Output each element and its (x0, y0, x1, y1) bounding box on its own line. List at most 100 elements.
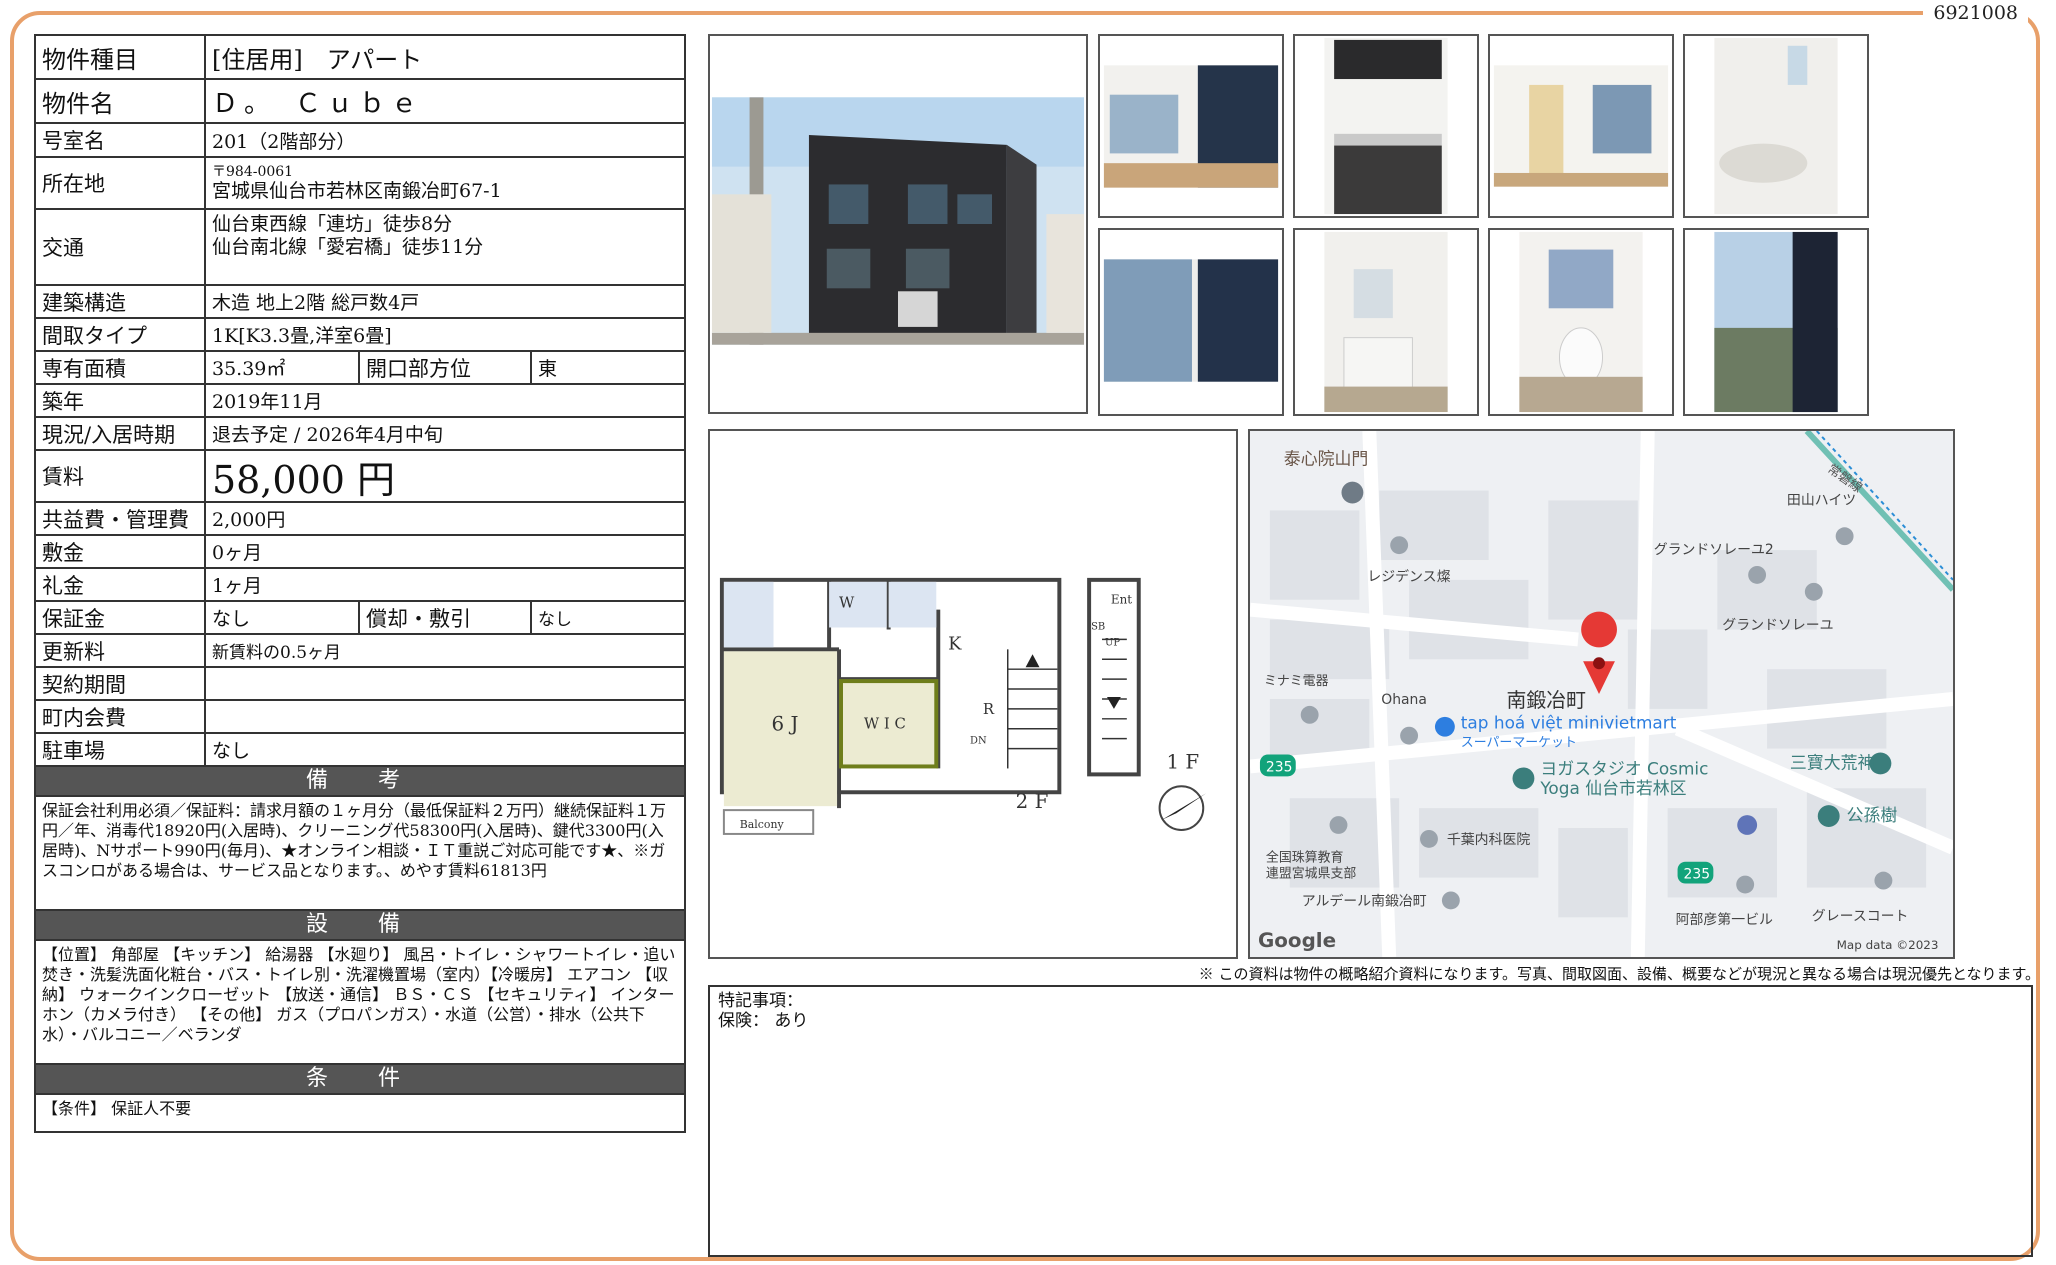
access-line: 仙台南北線「愛宕橋」徒歩11分 (212, 236, 484, 258)
exterior-photo (708, 34, 1088, 414)
label: 交通 (36, 210, 206, 284)
value: なし (212, 740, 251, 762)
label: 償却・敷引 (360, 602, 532, 633)
up-label: UP (1105, 637, 1120, 648)
row-guarantee: 保証金 なし 償却・敷引 なし (36, 602, 684, 635)
shoebox-label: SB (1091, 621, 1105, 632)
remarks-text: 保証会社利用必須／保証料：請求月額の１ヶ月分（最低保証料２万円）継続保証料１万円… (36, 797, 684, 911)
value: なし (206, 602, 360, 633)
balcony-view-photo (1683, 228, 1869, 416)
rent-value: 58,000 円 (212, 457, 396, 502)
bathroom-photo (1683, 34, 1869, 218)
route-235-label: 235 (1266, 759, 1293, 775)
label: 現況/入居時期 (36, 418, 206, 449)
row-neighborhood-fee: 町内会費 (36, 701, 684, 734)
yoga-label-2: Yoga 仙台市若林区 (1539, 778, 1686, 798)
postal-code: 〒984-0061 (212, 163, 294, 180)
value (206, 668, 684, 699)
row-property-type: 物件種目 [住居用] アパート (36, 36, 684, 80)
room-label: 6 J (772, 713, 799, 736)
label: 物件種目 (36, 36, 206, 78)
label: 間取タイプ (36, 319, 206, 350)
row-built-year: 築年 2019年11月 (36, 385, 684, 418)
row-access: 交通 仙台東西線「連坊」徒歩8分 仙台南北線「愛宕橋」徒歩11分 (36, 210, 684, 286)
label: 号室名 (36, 124, 206, 156)
kitchen-label: K (948, 633, 962, 654)
value: 0ヶ月 (212, 542, 263, 564)
kitchen-photo (1293, 34, 1479, 218)
access-line: 仙台東西線「連坊」徒歩8分 (212, 213, 453, 235)
label: 物件名 (36, 80, 206, 122)
value: 201（2階部分） (212, 130, 356, 153)
label: 町内会費 (36, 701, 206, 732)
area-name-label: 南鍛冶町 (1507, 689, 1587, 712)
value: 新賃料の0.5ヶ月 (212, 643, 342, 663)
conditions-text: 【条件】 保証人不要 (42, 1099, 192, 1118)
equipment-heading: 設 備 (36, 911, 684, 941)
value: [住居用] アパート (212, 45, 423, 74)
row-property-name: 物件名 Ｄ。 Ｃｕｂｅ (36, 80, 684, 124)
value: Ｄ。 Ｃｕｂｅ (212, 88, 424, 119)
washroom-photo (1293, 228, 1479, 416)
row-availability: 現況/入居時期 退去予定 / 2026年4月中旬 (36, 418, 684, 451)
grand-soleil-label: グランドソレーユ (1722, 618, 1833, 634)
row-common-fee: 共益費・管理費 2,000円 (36, 503, 684, 536)
value: 退去予定 / 2026年4月中旬 (212, 424, 443, 446)
google-logo: Google (1258, 929, 1336, 952)
label: 更新料 (36, 635, 206, 666)
value: 仙台東西線「連坊」徒歩8分 仙台南北線「愛宕橋」徒歩11分 (206, 210, 684, 284)
grace-court-label: グレースコート (1812, 908, 1909, 924)
chiba-clinic-label: 千葉内科医院 (1447, 832, 1531, 848)
value: 〒984-0061 宮城県仙台市若林区南鍛冶町67-1 (206, 158, 684, 208)
label: 契約期間 (36, 668, 206, 699)
kosonju-label: 公孫樹 (1847, 805, 1898, 825)
floor-plan: W K R DN 6 J W I C Balcony Ent SB UP 1 F… (708, 429, 1238, 959)
property-info-table: 物件種目 [住居用] アパート 物件名 Ｄ。 Ｃｕｂｅ 号室名 201（2階部分… (34, 34, 686, 1133)
value: 1ヶ月 (212, 575, 263, 597)
abe-building-label: 阿部彦第一ビル (1676, 911, 1773, 928)
tayama-heights-label: 田山ハイツ (1787, 492, 1856, 508)
notes-title: 特記事項： (718, 991, 803, 1011)
row-room: 号室名 201（2階部分） (36, 124, 684, 158)
balcony-label: Balcony (740, 818, 785, 831)
label: 専有面積 (36, 352, 206, 383)
row-renewal-fee: 更新料 新賃料の0.5ヶ月 (36, 635, 684, 668)
grand-soleil-2-label: グランドソレーユ2 (1654, 542, 1774, 558)
row-key-money: 礼金 1ヶ月 (36, 569, 684, 602)
area-map[interactable]: 泰心院山門 レジデンス燦 ミナミ電器 Ohana 南鍛冶町 tap hoá vi… (1248, 429, 1955, 959)
zenkoku-label-2: 連盟宮城県支部 (1266, 866, 1357, 882)
market-sub-label: スーパーマーケット (1461, 736, 1577, 751)
wardrobe-label: W (839, 594, 855, 612)
label: 築年 (36, 385, 206, 416)
row-area: 専有面積 35.39㎡ 開口部方位 東 (36, 352, 684, 385)
value: なし (538, 610, 572, 630)
yoga-label: ヨガスタジオ Cosmic (1540, 758, 1708, 778)
value (206, 701, 684, 732)
entrance-label: Ent (1111, 593, 1132, 607)
down-label: DN (970, 736, 987, 747)
value: 1K[K3.3畳,洋室6畳] (212, 325, 392, 347)
entrance-photo (1488, 34, 1674, 218)
map-attribution: Map data ©2023 (1837, 938, 1939, 952)
row-deposit: 敷金 0ヶ月 (36, 536, 684, 569)
value: 木造 地上2階 総戸数4戸 (212, 292, 420, 314)
insurance-note: 保険： あり (718, 1011, 809, 1031)
address: 宮城県仙台市若林区南鍛冶町67-1 (212, 179, 502, 202)
label: 礼金 (36, 569, 206, 600)
disclaimer: ※ この資料は物件の概略紹介資料になります。写真、間取図面、設備、概要などが現況… (1198, 965, 2040, 983)
conditions-heading: 条 件 (36, 1065, 684, 1095)
wic-label: W I C (864, 715, 906, 733)
label: 賃料 (36, 451, 206, 501)
toilet-photo (1488, 228, 1674, 416)
row-contract-period: 契約期間 (36, 668, 684, 701)
balcony-window-photo (1098, 228, 1284, 416)
value: 東 (538, 358, 558, 380)
second-floor-label: 2 F (1016, 790, 1049, 813)
label: 共益費・管理費 (36, 503, 206, 534)
equipment-text: 【位置】 角部屋 【キッチン】 給湯器 【水廻り】 風呂・トイレ・シャワートイレ… (36, 941, 684, 1065)
ardeal-label: アルデール南鍛冶町 (1302, 892, 1427, 909)
refrigerator-label: R (983, 700, 995, 718)
value: 35.39㎡ (206, 352, 360, 383)
row-structure: 建築構造 木造 地上2階 総戸数4戸 (36, 286, 684, 319)
sanpou-label: 三寶大荒神 (1790, 752, 1874, 772)
